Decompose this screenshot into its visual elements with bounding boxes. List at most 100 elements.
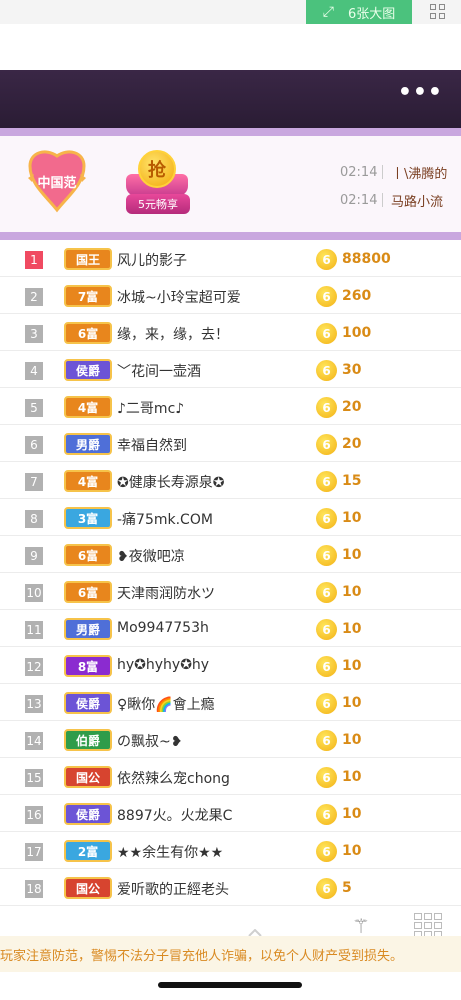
ranking-row[interactable]: 18 国公 爱听歌的正經老头 6 5 bbox=[0, 869, 461, 906]
ranking-row[interactable]: 16 侯爵 8897火。火龙果C 6 10 bbox=[0, 795, 461, 832]
coin-icon: 6 bbox=[316, 508, 337, 529]
level-badge: 侯爵 bbox=[64, 692, 112, 714]
level-badge: 男爵 bbox=[64, 433, 112, 455]
contribution-amount: 10 bbox=[342, 658, 362, 674]
ranking-row[interactable]: 2 7富 冰城~小玲宝超可爱 6 260 bbox=[0, 277, 461, 314]
contribution-amount: 88800 bbox=[342, 251, 391, 267]
level-badge: 2富 bbox=[64, 840, 112, 862]
ranking-row[interactable]: 5 4富 ♪二哥mc♪ 6 20 bbox=[0, 388, 461, 425]
ranking-row[interactable]: 7 4富 ✪健康长寿源泉✪ 6 15 bbox=[0, 462, 461, 499]
ranking-row[interactable]: 10 6富 天津雨润防水ツ 6 10 bbox=[0, 573, 461, 610]
contribution-amount: 10 bbox=[342, 769, 362, 785]
rank-number: 6 bbox=[25, 436, 43, 454]
level-badge: 3富 bbox=[64, 507, 112, 529]
rank-number: 3 bbox=[25, 325, 43, 343]
rank-number: 17 bbox=[25, 843, 43, 861]
ranking-row[interactable]: 1 国王 风儿的影子 6 88800 bbox=[0, 240, 461, 277]
coin-icon: 6 bbox=[316, 693, 337, 714]
grab-red-packet-button[interactable]: 抢 5元畅享 bbox=[120, 148, 196, 220]
rank-number: 12 bbox=[25, 658, 43, 676]
level-badge: 7富 bbox=[64, 285, 112, 307]
grid-icon[interactable] bbox=[430, 4, 446, 20]
level-badge: 4富 bbox=[64, 470, 112, 492]
level-badge: 侯爵 bbox=[64, 359, 112, 381]
rank-number: 5 bbox=[25, 399, 43, 417]
rank-number: 15 bbox=[25, 769, 43, 787]
username[interactable]: 依然辣么宠chong bbox=[117, 768, 230, 788]
coin-icon: 6 bbox=[316, 434, 337, 455]
coin-icon: 6 bbox=[316, 360, 337, 381]
coin-icon: 6 bbox=[316, 582, 337, 603]
rank-number: 18 bbox=[25, 880, 43, 898]
rank-number: 7 bbox=[25, 473, 43, 491]
username[interactable]: 爱听歌的正經老头 bbox=[117, 879, 229, 899]
username[interactable]: -痛75mk.COM bbox=[117, 509, 213, 529]
ranking-row[interactable]: 15 国公 依然辣么宠chong 6 10 bbox=[0, 758, 461, 795]
ranking-row[interactable]: 6 男爵 幸福自然到 6 20 bbox=[0, 425, 461, 462]
username[interactable]: 8897火。火龙果C bbox=[117, 805, 232, 825]
ranking-row[interactable]: 13 侯爵 ♀瞅你🌈會上瘾 6 10 bbox=[0, 684, 461, 721]
ranking-row[interactable]: 11 男爵 Mo9947753h 6 10 bbox=[0, 610, 461, 647]
rank-number: 8 bbox=[25, 510, 43, 528]
contribution-amount: 100 bbox=[342, 325, 372, 341]
ranking-row[interactable]: 9 6富 ❥夜微吧凉 6 10 bbox=[0, 536, 461, 573]
rank-number: 10 bbox=[25, 584, 43, 602]
view-large-images-button[interactable]: ⤢ 6张大图 bbox=[306, 0, 412, 24]
rank-number: 9 bbox=[25, 547, 43, 565]
news-item[interactable]: 02:14 马路小流 bbox=[340, 190, 461, 210]
username[interactable]: 冰城~小玲宝超可爱 bbox=[117, 287, 241, 307]
view-large-images-label: 6张大图 bbox=[347, 6, 396, 22]
contribution-amount: 10 bbox=[342, 695, 362, 711]
news-item[interactable]: 02:14 丨\沸腾的 bbox=[340, 162, 461, 182]
level-badge: 国公 bbox=[64, 877, 112, 899]
coin-icon: 6 bbox=[316, 730, 337, 751]
rank-number: 2 bbox=[25, 288, 43, 306]
china-style-badge[interactable]: 中国范 bbox=[26, 148, 88, 214]
contribution-amount: 30 bbox=[342, 362, 362, 378]
username[interactable]: 天津雨润防水ツ bbox=[117, 583, 215, 603]
grid-icon[interactable] bbox=[414, 913, 442, 938]
level-badge: 伯爵 bbox=[64, 729, 112, 751]
contribution-amount: 10 bbox=[342, 510, 362, 526]
username[interactable]: ♪二哥mc♪ bbox=[117, 398, 184, 418]
ranking-row[interactable]: 14 伯爵 の飘叔~❥ 6 10 bbox=[0, 721, 461, 758]
ranking-row[interactable]: 17 2富 ★★余生有你★★ 6 10 bbox=[0, 832, 461, 869]
expand-arrows-icon: ⤢ bbox=[322, 4, 334, 20]
china-style-label: 中国范 bbox=[37, 176, 77, 191]
ranking-row[interactable]: 3 6富 缘，来，缘，去！ 6 100 bbox=[0, 314, 461, 351]
level-badge: 4富 bbox=[64, 396, 112, 418]
more-dots-icon[interactable]: ••• bbox=[398, 80, 443, 105]
contribution-amount: 10 bbox=[342, 806, 362, 822]
username[interactable]: ❥夜微吧凉 bbox=[117, 546, 185, 566]
ranking-row[interactable]: 4 侯爵 ﹀花间一壶酒 6 30 bbox=[0, 351, 461, 388]
divider bbox=[382, 193, 383, 207]
rank-number: 13 bbox=[25, 695, 43, 713]
rank-number: 14 bbox=[25, 732, 43, 750]
username[interactable]: 缘，来，缘，去！ bbox=[117, 324, 229, 344]
grab-ball-icon: 抢 bbox=[138, 150, 176, 188]
safety-notice-text: 玩家注意防范，警惕不法分子冒充他人诈骗，以免个人财产受到损失。 bbox=[0, 948, 404, 964]
username[interactable]: ★★余生有你★★ bbox=[117, 842, 223, 862]
contribution-amount: 5 bbox=[342, 880, 352, 896]
coin-icon: 6 bbox=[316, 286, 337, 307]
username[interactable]: Mo9947753h bbox=[117, 620, 209, 636]
level-badge: 6富 bbox=[64, 581, 112, 603]
username[interactable]: の飘叔~❥ bbox=[117, 731, 182, 751]
ranking-row[interactable]: 8 3富 -痛75mk.COM 6 10 bbox=[0, 499, 461, 536]
contribution-amount: 10 bbox=[342, 843, 362, 859]
home-indicator[interactable] bbox=[158, 982, 302, 988]
safety-notice-bar: 玩家注意防范，警惕不法分子冒充他人诈骗，以免个人财产受到损失。 bbox=[0, 936, 461, 972]
coin-icon: 6 bbox=[316, 767, 337, 788]
ranking-row[interactable]: 12 8富 hy✪hyhy✪hy 6 10 bbox=[0, 647, 461, 684]
level-badge: 6富 bbox=[64, 322, 112, 344]
username[interactable]: 风儿的影子 bbox=[117, 250, 187, 270]
coin-icon: 6 bbox=[316, 397, 337, 418]
username[interactable]: hy✪hyhy✪hy bbox=[117, 657, 209, 673]
username[interactable]: 幸福自然到 bbox=[117, 435, 187, 455]
username[interactable]: ♀瞅你🌈會上瘾 bbox=[117, 694, 215, 714]
live-room-page: ⤢ 6张大图 ••• 中国范 抢 5元畅享 02:14 丨\沸腾的 02:14 … bbox=[0, 0, 461, 1000]
contribution-amount: 20 bbox=[342, 436, 362, 452]
username[interactable]: ✪健康长寿源泉✪ bbox=[117, 472, 224, 492]
username[interactable]: ﹀花间一壶酒 bbox=[117, 361, 201, 381]
grab-label: 5元畅享 bbox=[126, 194, 190, 214]
